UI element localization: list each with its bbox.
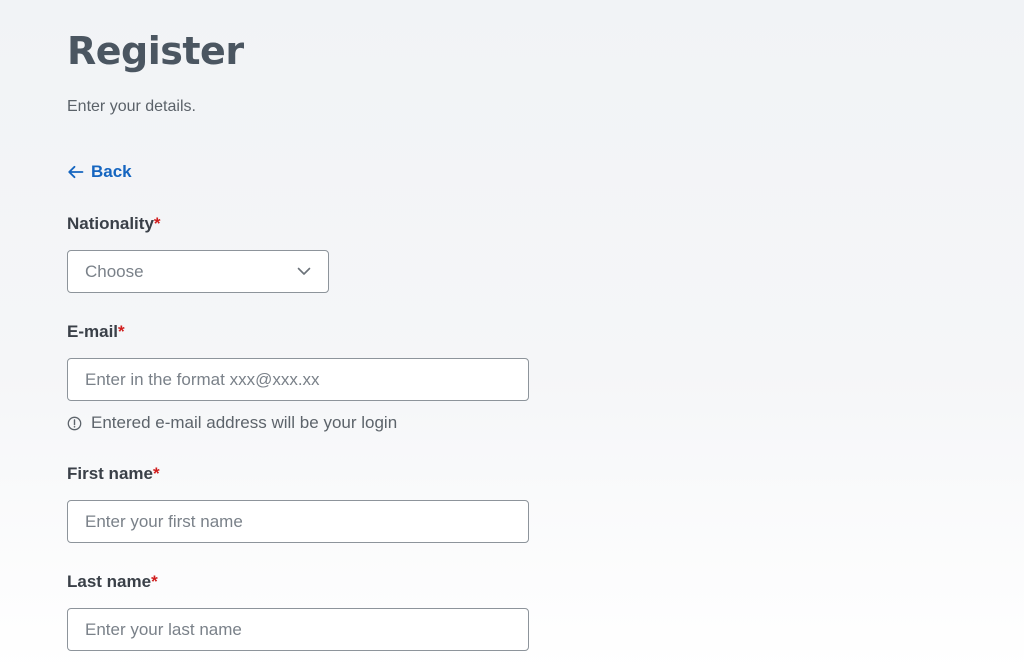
page-subtitle: Enter your details. bbox=[67, 98, 196, 115]
required-marker: * bbox=[151, 572, 158, 591]
back-link[interactable]: Back bbox=[67, 162, 132, 182]
last-name-label-text: Last name bbox=[67, 572, 152, 591]
nationality-label: Nationality* bbox=[67, 214, 161, 234]
email-label: E-mail* bbox=[67, 322, 125, 342]
nationality-select[interactable]: Choose bbox=[67, 250, 329, 293]
email-field-placeholder: Enter in the format xxx@xxx.xx bbox=[85, 369, 320, 389]
last-name-field-placeholder: Enter your last name bbox=[85, 619, 242, 639]
first-name-label-text: First name bbox=[67, 464, 153, 483]
last-name-label: Last name* bbox=[67, 572, 158, 592]
back-link-label: Back bbox=[91, 162, 132, 181]
nationality-select-value: Choose bbox=[85, 261, 144, 281]
required-marker: * bbox=[118, 322, 125, 341]
email-hint: Entered e-mail address will be your logi… bbox=[67, 413, 397, 433]
first-name-label: First name* bbox=[67, 464, 160, 484]
chevron-down-icon bbox=[297, 267, 311, 275]
email-hint-text: Entered e-mail address will be your logi… bbox=[91, 413, 398, 432]
required-marker: * bbox=[152, 464, 160, 483]
first-name-field[interactable]: Enter your first name bbox=[67, 500, 529, 543]
page-title: Register bbox=[67, 29, 244, 73]
arrow-left-icon bbox=[68, 165, 84, 179]
info-icon bbox=[67, 416, 82, 430]
nationality-label-text: Nationality bbox=[67, 214, 154, 233]
email-label-text: E-mail bbox=[67, 322, 119, 341]
required-marker: * bbox=[153, 214, 161, 233]
first-name-field-placeholder: Enter your first name bbox=[85, 511, 243, 531]
email-field[interactable]: Enter in the format xxx@xxx.xx bbox=[67, 358, 529, 401]
last-name-field[interactable]: Enter your last name bbox=[67, 608, 529, 651]
